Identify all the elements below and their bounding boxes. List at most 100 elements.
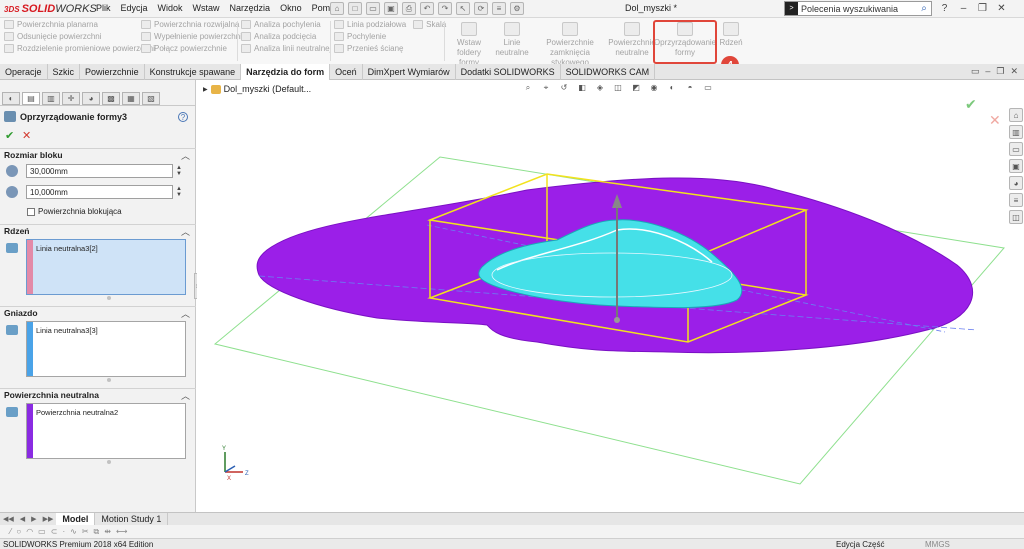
- appearances-icon[interactable]: ◕: [1009, 176, 1023, 190]
- sketch-rectangle-icon[interactable]: ▭: [38, 527, 46, 536]
- zoom-to-fit-icon[interactable]: ⌕: [522, 82, 534, 93]
- tab-solidworks-addins[interactable]: Dodatki SOLIDWORKS: [456, 64, 561, 80]
- graphics-area[interactable]: ▶ Dol_myszki (Default... ⌕ ⌖ ↺ ◧ ◈ ◫ ◩ ◉…: [197, 80, 1008, 512]
- resize-grip[interactable]: [107, 296, 111, 300]
- tab-surfaces[interactable]: Powierzchnie: [80, 64, 145, 80]
- core-selection-item[interactable]: Linia neutralna3[2]: [33, 240, 98, 294]
- save-icon[interactable]: ▣: [384, 2, 398, 15]
- view-orientation-icon[interactable]: ◫: [612, 82, 624, 93]
- restore-icon[interactable]: ❐: [976, 1, 989, 16]
- parting-line-analysis-button[interactable]: Analiza linii neutralnej: [241, 44, 331, 53]
- cam-operation-tab-icon[interactable]: ▦: [122, 92, 140, 105]
- block-depth-spinner[interactable]: ▲ ▼: [176, 165, 186, 177]
- next-tab-icon[interactable]: ▶: [28, 515, 39, 523]
- menu-edit[interactable]: Edycja: [121, 3, 148, 14]
- display-manager-tab-icon[interactable]: ◕: [82, 92, 100, 105]
- tab-solidworks-cam[interactable]: SOLIDWORKS CAM: [561, 64, 656, 80]
- sketch-circle-icon[interactable]: ○: [16, 527, 21, 536]
- tab-mold-tools[interactable]: Narzędzia do form: [241, 64, 331, 80]
- resize-grip[interactable]: [107, 378, 111, 382]
- block-depth2-input[interactable]: 10,000mm: [26, 185, 173, 199]
- unit-system[interactable]: MMGS: [925, 540, 950, 549]
- collapse-chevron-icon[interactable]: ︿: [181, 389, 190, 402]
- parting-surface-selection-item[interactable]: Powierzchnia neutralna2: [33, 404, 118, 458]
- sketch-arc-icon[interactable]: ◠: [26, 527, 33, 536]
- expand-arrow-icon[interactable]: ▶: [203, 86, 208, 93]
- tile-view-icon[interactable]: ▭: [971, 66, 980, 77]
- menu-window[interactable]: Okno: [280, 3, 302, 14]
- dimxpert-manager-tab-icon[interactable]: ✛: [62, 92, 80, 105]
- search-icon[interactable]: ⌕: [917, 3, 931, 14]
- solidworks-resources-icon[interactable]: ⌂: [1009, 108, 1023, 122]
- planar-surface-button[interactable]: Powierzchnia planarna: [4, 20, 155, 29]
- block-size-section-header[interactable]: Rozmiar bloku ︿: [0, 148, 196, 161]
- sketch-line-icon[interactable]: ⁄: [10, 527, 11, 536]
- menu-file[interactable]: Plik: [96, 3, 111, 14]
- last-tab-icon[interactable]: ▶▶: [40, 515, 57, 523]
- close-icon[interactable]: ✕: [995, 1, 1008, 16]
- section-view-icon[interactable]: ◧: [576, 82, 588, 93]
- tab-dimxpert[interactable]: DimXpert Wymiarów: [363, 64, 456, 80]
- help-question-icon[interactable]: ?: [938, 1, 951, 16]
- resize-grip[interactable]: [107, 460, 111, 464]
- model-3d-view[interactable]: [197, 80, 1008, 512]
- options-gear-icon[interactable]: ⚙: [510, 2, 524, 15]
- knit-surface-button[interactable]: Połącz powierzchnie: [141, 44, 242, 53]
- minimize-doc-icon[interactable]: –: [985, 66, 990, 77]
- sketch-dimension-icon[interactable]: ⟷: [116, 527, 127, 536]
- restore-doc-icon[interactable]: ❐: [996, 66, 1004, 77]
- undo-icon[interactable]: ↶: [420, 2, 434, 15]
- sketch-mirror-icon[interactable]: ⇹: [104, 527, 111, 536]
- shut-off-surfaces-button[interactable]: Powierzchnie zamknięcia stykowego: [532, 22, 608, 68]
- parting-surface-selection-box[interactable]: Powierzchnia neutralna2: [26, 403, 186, 459]
- home-icon[interactable]: ⌂: [330, 2, 344, 15]
- collapse-chevron-icon[interactable]: ︿: [181, 307, 190, 320]
- insert-mold-folders-button[interactable]: Wstaw foldery formy: [446, 22, 492, 68]
- parting-surface-section-header[interactable]: Powierzchnia neutralna ︿: [0, 388, 196, 401]
- minimize-icon[interactable]: –: [957, 1, 970, 16]
- sketch-spline-icon[interactable]: ∿: [70, 527, 77, 536]
- tab-model[interactable]: Model: [56, 512, 96, 526]
- configuration-manager-tab-icon[interactable]: ▥: [42, 92, 60, 105]
- fill-surface-button[interactable]: Wypełnienie powierzchni: [141, 32, 242, 41]
- forum-icon[interactable]: ◫: [1009, 210, 1023, 224]
- collapse-chevron-icon[interactable]: ︿: [181, 149, 190, 162]
- interlock-surface-checkbox[interactable]: [27, 207, 35, 216]
- offset-surface-button[interactable]: Odsunięcie powierzchni: [4, 32, 155, 41]
- dynamic-annotation-icon[interactable]: ◈: [594, 82, 606, 93]
- parting-lines-button[interactable]: Linie neutralne: [494, 22, 530, 58]
- zoom-to-area-icon[interactable]: ⌖: [540, 82, 552, 93]
- block-depth-input[interactable]: 30,000mm: [26, 164, 173, 178]
- feature-tree-flyout[interactable]: ▶ Dol_myszki (Default...: [203, 84, 311, 94]
- sketch-offset-icon[interactable]: ⧉: [94, 527, 100, 537]
- parting-surfaces-button[interactable]: Powierzchnie neutralne: [608, 22, 656, 58]
- depth-direction-2-icon[interactable]: [6, 186, 18, 198]
- sketch-trim-icon[interactable]: ✂: [82, 527, 89, 536]
- search-commands-field[interactable]: > Polecenia wyszukiwania ⌕: [784, 1, 932, 16]
- confirmation-ok-icon[interactable]: ✔: [965, 96, 977, 113]
- cavity-selection-item[interactable]: Linia neutralna3[3]: [33, 322, 98, 376]
- radiate-surface-button[interactable]: Rozdzielenie promieniowe powierzchni: [4, 44, 155, 53]
- tab-motion-study-1[interactable]: Motion Study 1: [95, 512, 169, 526]
- design-library-icon[interactable]: ▥: [1009, 125, 1023, 139]
- display-style-icon[interactable]: ◩: [630, 82, 642, 93]
- view-palette-icon[interactable]: ▣: [1009, 159, 1023, 173]
- depth-direction-icon[interactable]: [6, 165, 18, 177]
- menu-view[interactable]: Widok: [158, 3, 183, 14]
- first-tab-icon[interactable]: ◀◀: [0, 515, 17, 523]
- core-section-header[interactable]: Rdzeń ︿: [0, 224, 196, 237]
- prev-tab-icon[interactable]: ◀: [17, 515, 28, 523]
- open-folder-icon[interactable]: ▭: [366, 2, 380, 15]
- previous-view-icon[interactable]: ↺: [558, 82, 570, 93]
- redo-icon[interactable]: ↷: [438, 2, 452, 15]
- new-document-icon[interactable]: □: [348, 2, 362, 15]
- tab-features[interactable]: Operacje: [0, 64, 48, 80]
- select-arrow-icon[interactable]: ↖: [456, 2, 470, 15]
- ruled-surface-button[interactable]: Powierzchnia rozwijalna: [141, 20, 242, 29]
- tab-weldments[interactable]: Konstrukcje spawane: [145, 64, 242, 80]
- undercut-analysis-button[interactable]: Analiza podcięcia: [241, 32, 331, 41]
- cam-feature-tab-icon[interactable]: ▩: [102, 92, 120, 105]
- custom-properties-icon[interactable]: ≡: [1009, 193, 1023, 207]
- tab-sketch[interactable]: Szkic: [48, 64, 81, 80]
- split-line-button[interactable]: Linia podziałowa Skala: [334, 20, 446, 29]
